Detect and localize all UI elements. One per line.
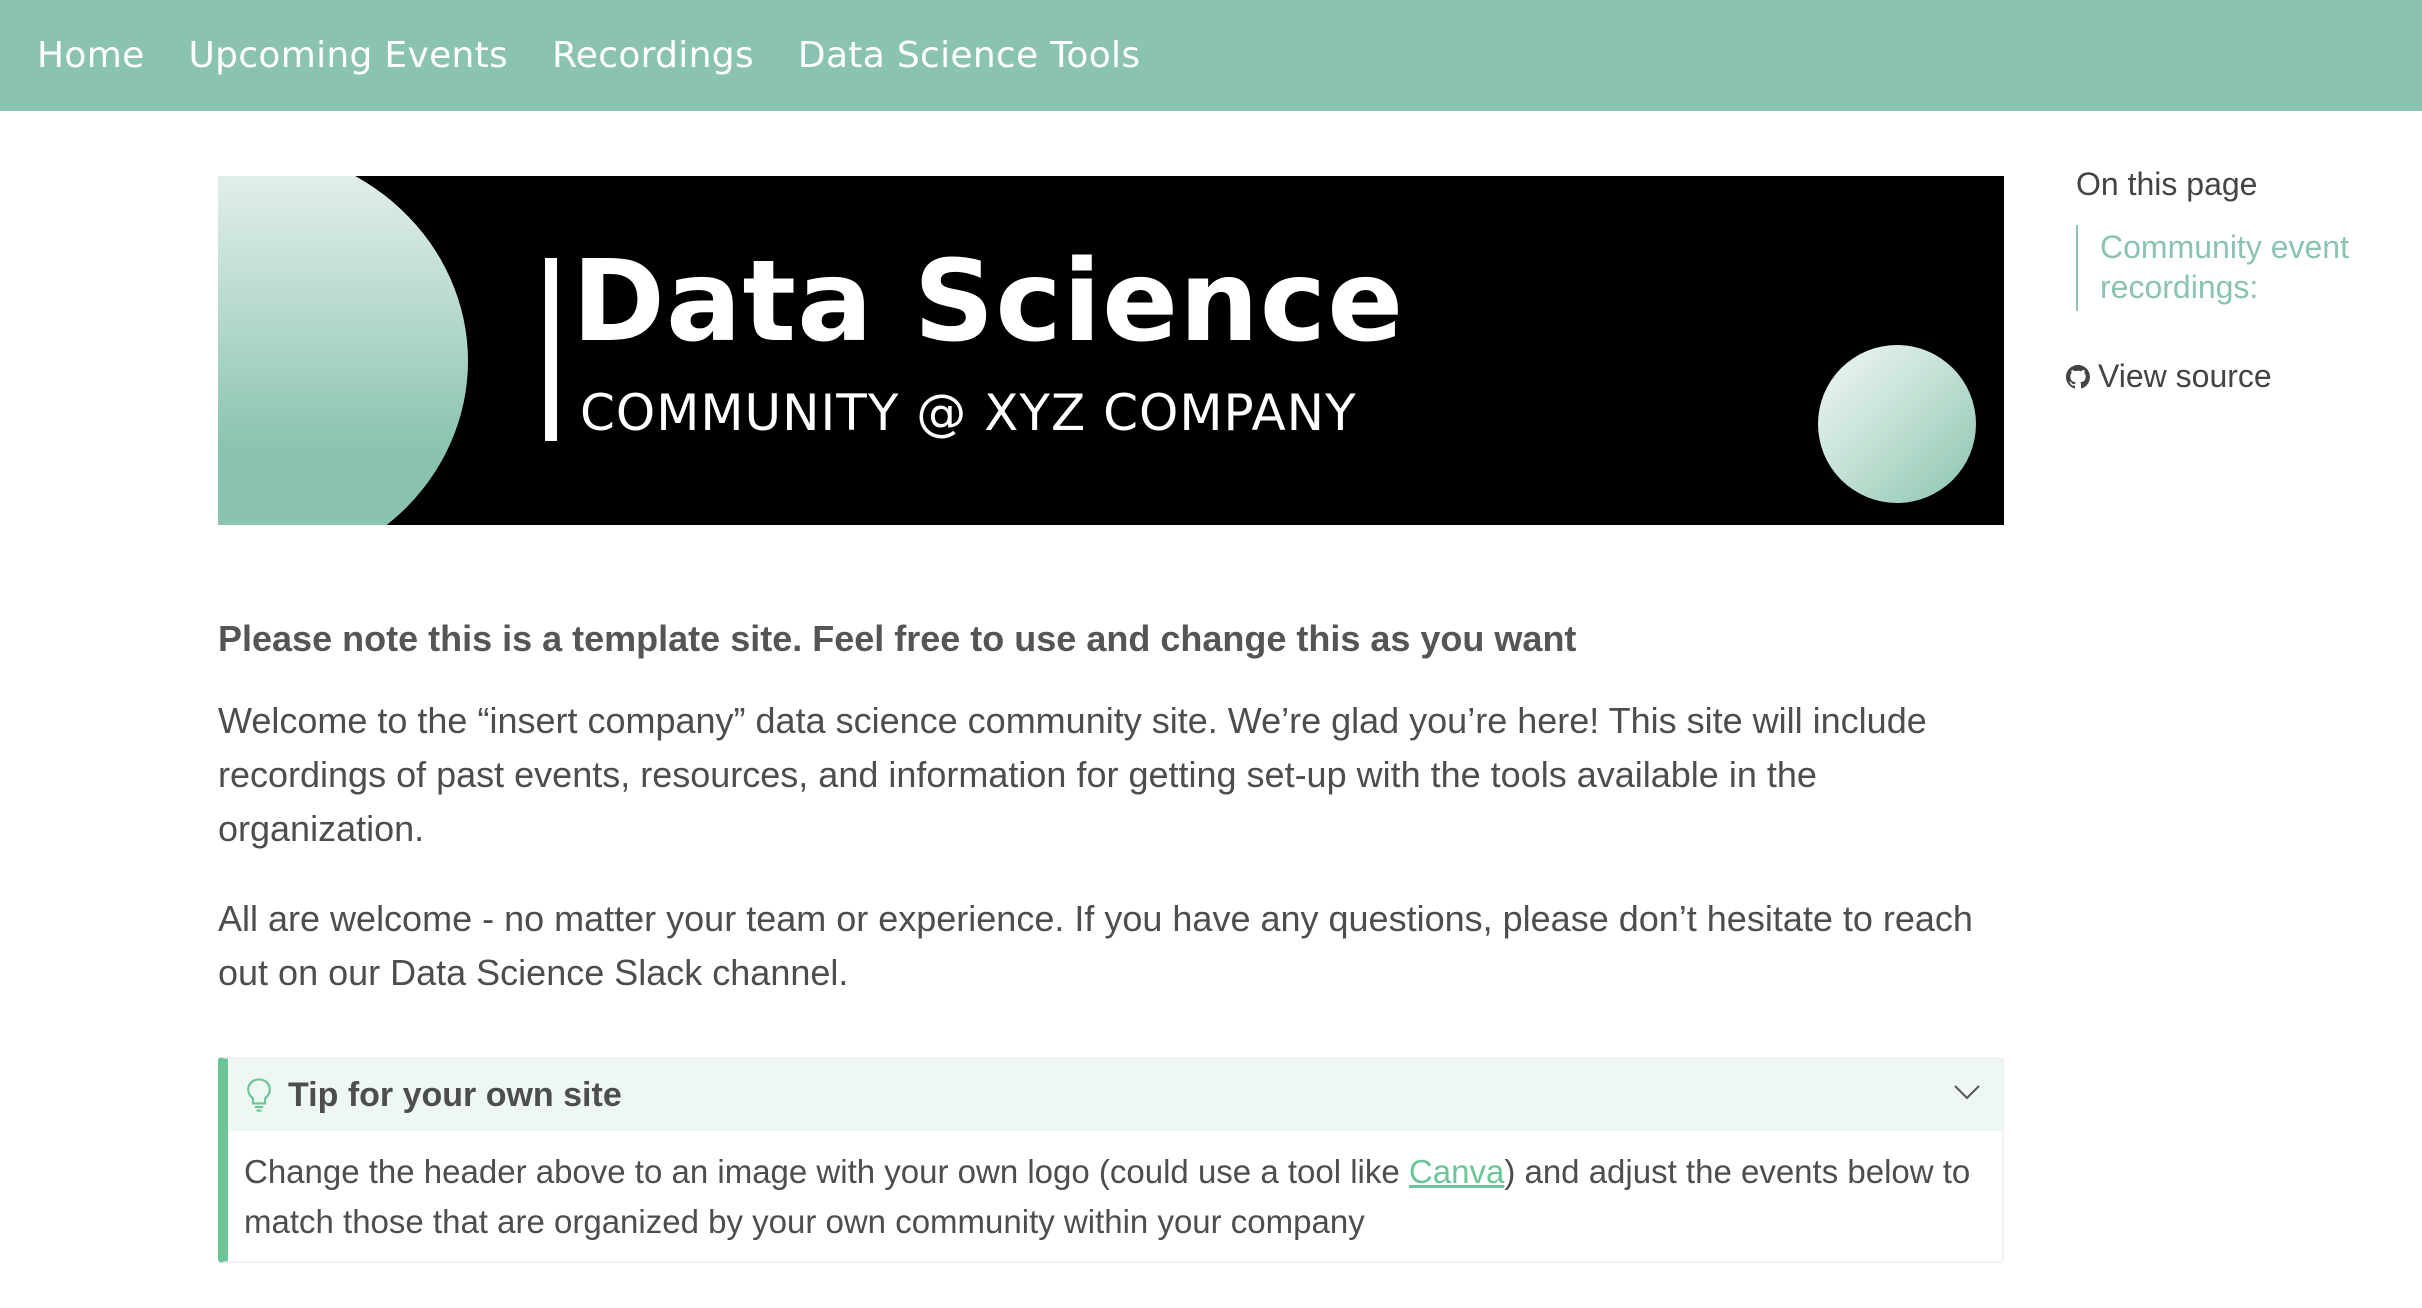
lightbulb-icon — [247, 1078, 271, 1112]
toc-heading: On this page — [2076, 166, 2258, 202]
welcome-paragraph: Welcome to the “insert company” data sci… — [218, 700, 1927, 849]
tip-admonition-header[interactable]: Tip for your own site — [228, 1059, 2002, 1131]
tip-body: Change the header above to an image with… — [228, 1131, 2002, 1247]
on-this-page-sidebar: On this page Community event recordings: — [2076, 166, 2416, 311]
main-content: Please note this is a template site. Fee… — [218, 600, 2004, 1000]
top-navbar: Home Upcoming Events Recordings Data Sci… — [0, 0, 2422, 111]
template-note: Please note this is a template site. Fee… — [218, 618, 1577, 659]
banner-divider-bar — [545, 258, 557, 441]
view-source-link[interactable]: View source — [2066, 358, 2272, 395]
tip-body-before: Change the header above to an image with… — [244, 1153, 1409, 1190]
tip-title: Tip for your own site — [288, 1075, 622, 1114]
chevron-down-icon[interactable] — [1952, 1081, 1982, 1103]
toc-link-community-event-recordings[interactable]: Community event recordings: — [2100, 227, 2380, 307]
view-source-label: View source — [2098, 358, 2272, 394]
nav-upcoming-events[interactable]: Upcoming Events — [189, 35, 509, 76]
toc-list: Community event recordings: — [2076, 225, 2416, 311]
tip-admonition: Tip for your own site Change the header … — [218, 1057, 2004, 1263]
github-icon — [2066, 364, 2090, 388]
all-welcome-paragraph: All are welcome - no matter your team or… — [218, 898, 1973, 993]
header-banner-image: Data Science COMMUNITY @ XYZ COMPANY — [218, 176, 2004, 525]
canva-link[interactable]: Canva — [1409, 1153, 1504, 1190]
banner-title: Data Science — [572, 237, 1405, 367]
nav-recordings[interactable]: Recordings — [552, 35, 754, 76]
banner-decor-circle-left — [218, 176, 468, 525]
nav-home[interactable]: Home — [37, 35, 145, 76]
banner-subtitle: COMMUNITY @ XYZ COMPANY — [580, 384, 1357, 442]
banner-decor-circle-right — [1818, 345, 1976, 503]
nav-data-science-tools[interactable]: Data Science Tools — [798, 35, 1140, 76]
